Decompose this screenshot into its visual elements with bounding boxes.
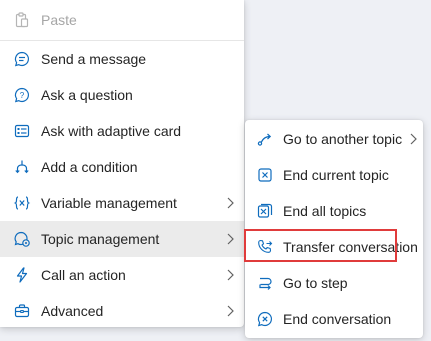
chat-bubble-icon xyxy=(12,49,32,69)
menu-item-add-condition[interactable]: Add a condition xyxy=(0,149,244,185)
svg-text:?: ? xyxy=(20,91,25,100)
menu-item-label: End current topic xyxy=(283,167,389,183)
chevron-right-icon xyxy=(227,269,234,281)
menu-item-label: Ask with adaptive card xyxy=(41,123,182,139)
chevron-right-icon xyxy=(227,233,234,245)
menu-item-ask-question[interactable]: ? Ask a question xyxy=(0,77,244,113)
menu-item-ask-adaptive-card[interactable]: Ask with adaptive card xyxy=(0,113,244,149)
menu-item-label: End conversation xyxy=(283,311,392,327)
menu-item-variable-management[interactable]: Variable management xyxy=(0,185,244,221)
menu-item-call-action[interactable]: Call an action xyxy=(0,257,244,293)
chat-settings-icon xyxy=(12,229,32,249)
question-bubble-icon: ? xyxy=(12,85,32,105)
submenu-item-go-to-step[interactable]: Go to step xyxy=(245,265,423,301)
lightning-icon xyxy=(12,265,32,285)
submenu-item-end-conversation[interactable]: End conversation xyxy=(245,301,423,337)
menu-item-label: End all topics xyxy=(283,203,367,219)
submenu-item-go-to-another-topic[interactable]: Go to another topic xyxy=(245,121,423,157)
branch-icon xyxy=(12,157,32,177)
menu-item-label: Go to another topic xyxy=(283,131,403,147)
redirect-icon xyxy=(255,129,275,149)
menu-item-label: Call an action xyxy=(41,267,126,283)
menu-item-topic-management[interactable]: Topic management xyxy=(0,221,244,257)
chevron-right-icon xyxy=(410,133,417,145)
submenu-item-end-all-topics[interactable]: End all topics xyxy=(245,193,423,229)
insert-node-menu: Paste Send a message ? Ask a question As… xyxy=(0,0,244,327)
chevron-right-icon xyxy=(227,197,234,209)
menu-item-paste: Paste xyxy=(0,2,244,38)
menu-item-label: Add a condition xyxy=(41,159,138,175)
variable-icon xyxy=(12,193,32,213)
menu-item-label: Topic management xyxy=(41,231,160,247)
menu-item-label: Go to step xyxy=(283,275,348,291)
submenu-item-end-current-topic[interactable]: End current topic xyxy=(245,157,423,193)
card-icon xyxy=(12,121,32,141)
menu-item-send-message[interactable]: Send a message xyxy=(0,41,244,77)
menu-item-label: Ask a question xyxy=(41,87,133,103)
multi-square-x-icon xyxy=(255,201,275,221)
topic-management-submenu: Go to another topic End current topic En… xyxy=(245,120,423,338)
clipboard-icon xyxy=(12,10,32,30)
menu-item-label: Advanced xyxy=(41,303,104,319)
toolbox-icon xyxy=(12,301,32,321)
menu-item-label: Paste xyxy=(41,12,77,28)
phone-transfer-icon xyxy=(255,237,275,257)
square-x-icon xyxy=(255,165,275,185)
chat-x-icon xyxy=(255,309,275,329)
menu-item-label: Variable management xyxy=(41,195,177,211)
menu-item-label: Transfer conversation xyxy=(283,239,418,255)
menu-item-label: Send a message xyxy=(41,51,147,67)
menu-item-advanced[interactable]: Advanced xyxy=(0,293,244,329)
loop-arrow-icon xyxy=(255,273,275,293)
submenu-item-transfer-conversation[interactable]: Transfer conversation xyxy=(245,229,423,265)
chevron-right-icon xyxy=(227,305,234,317)
